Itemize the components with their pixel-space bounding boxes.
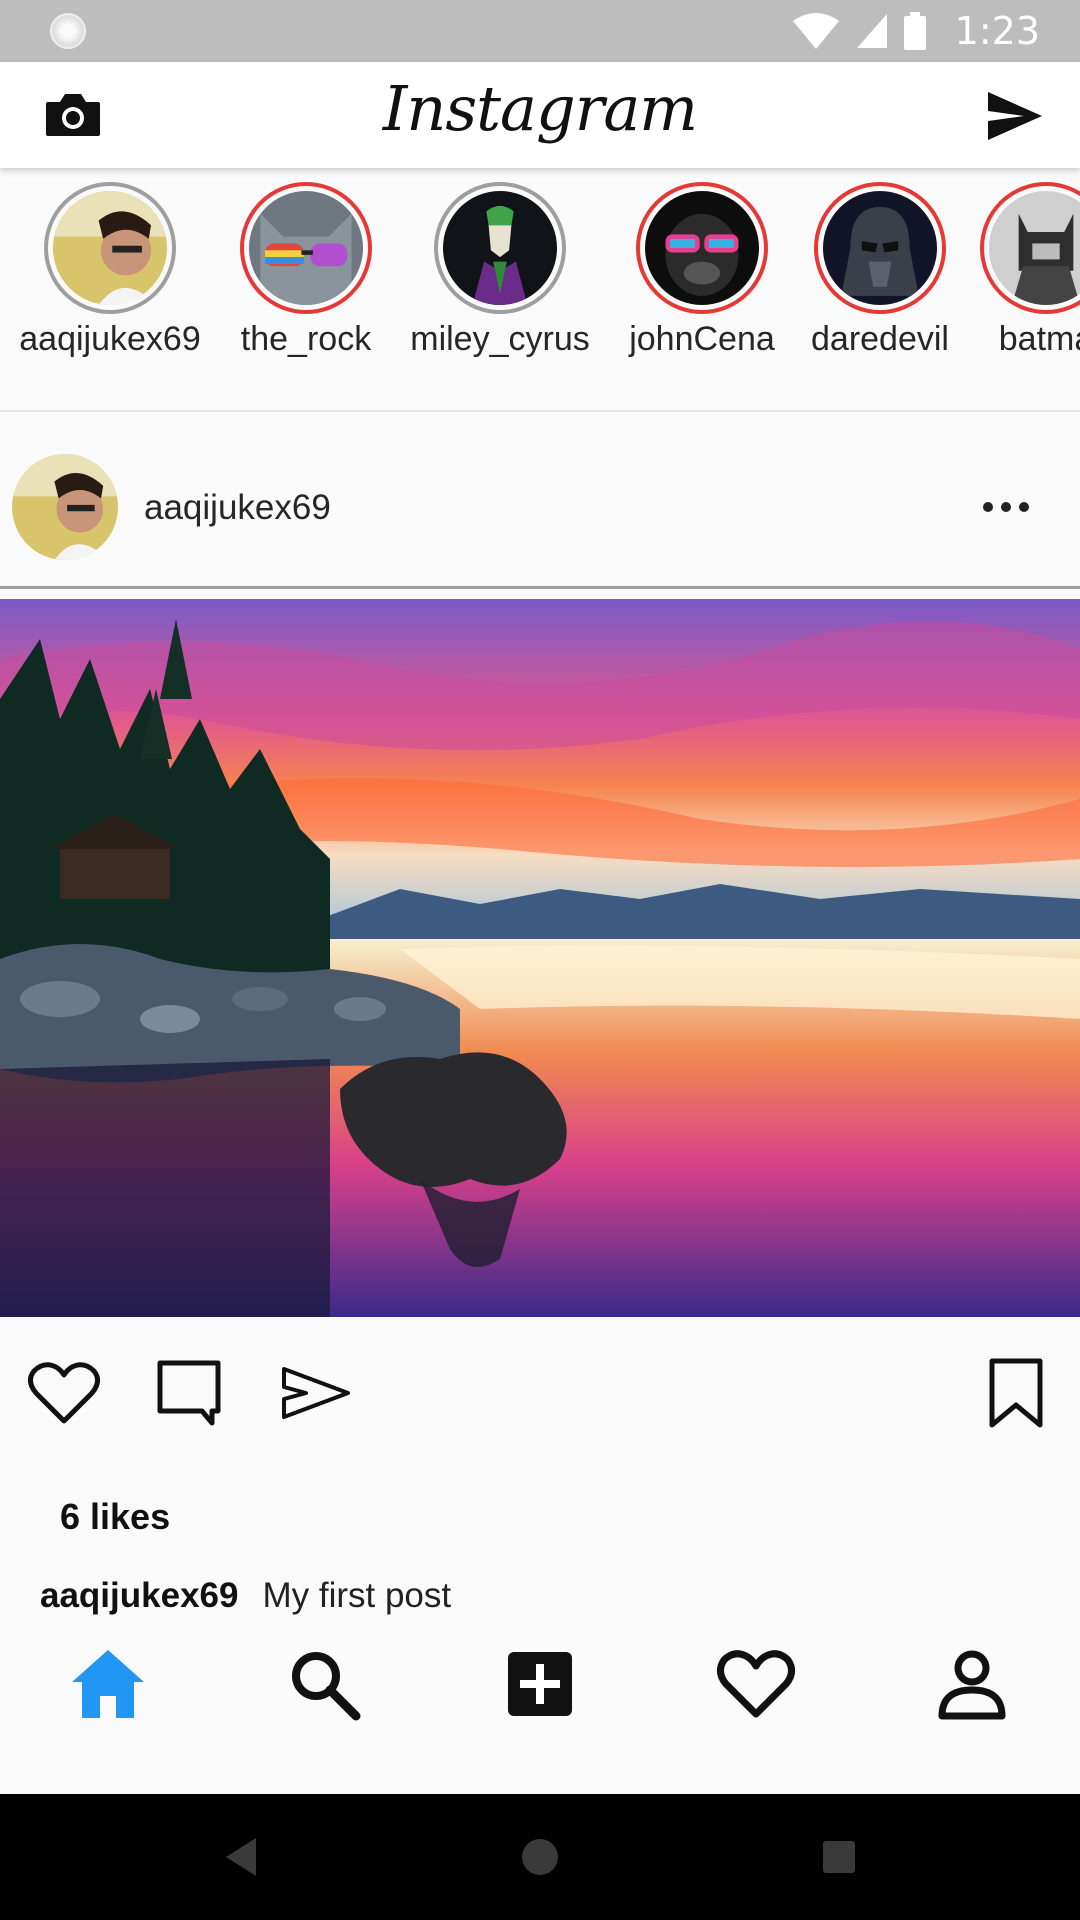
story-item[interactable]: batma [946, 182, 1080, 359]
send-icon[interactable] [984, 86, 1046, 146]
activity-heart-icon[interactable] [716, 1644, 796, 1724]
cell-signal-icon [856, 14, 887, 48]
sync-icon [50, 13, 86, 49]
status-time: 1:23 [954, 9, 1040, 53]
story-ring [814, 182, 946, 314]
story-username: johnCena [629, 320, 775, 358]
story-avatar-image [989, 191, 1080, 305]
story-username: batma [998, 320, 1080, 358]
post-author-username[interactable]: aaqijukex69 [144, 488, 331, 528]
story-ring [44, 182, 176, 314]
story-username: miley_cyrus [410, 320, 590, 358]
post-author-avatar[interactable] [12, 454, 118, 560]
share-icon[interactable] [278, 1355, 354, 1431]
story-avatar-image [249, 191, 363, 305]
story-ring [636, 182, 768, 314]
likes-count[interactable]: 6 likes [60, 1496, 170, 1538]
post-header: aaqijukex69 [0, 412, 1080, 588]
system-navigation-bar [0, 1794, 1080, 1920]
story-ring [980, 182, 1080, 314]
story-item[interactable]: the_rock [206, 182, 406, 359]
app-header: Instagram [0, 62, 1080, 168]
story-ring [240, 182, 372, 314]
bottom-navigation [0, 1616, 1080, 1794]
comment-icon[interactable] [152, 1355, 228, 1431]
post-caption: aaqijukex69 My first post [40, 1576, 1040, 1616]
more-options-icon[interactable] [978, 492, 1034, 522]
post-divider [0, 586, 1080, 589]
story-username: the_rock [240, 320, 372, 358]
story-item[interactable]: miley_cyrus [400, 182, 600, 359]
post-image[interactable] [0, 599, 1080, 1317]
recents-icon[interactable] [814, 1832, 864, 1882]
caption-text: My first post [262, 1576, 452, 1615]
story-ring [434, 182, 566, 314]
wifi-icon [792, 13, 839, 49]
stories-row: aaqijukex69 the_rock miley_cyrus johnCen… [0, 168, 1080, 412]
story-item[interactable]: aaqijukex69 [10, 182, 210, 359]
status-bar: 1:23 [0, 0, 1080, 62]
add-post-icon[interactable] [500, 1644, 580, 1724]
home-circle-icon[interactable] [515, 1832, 565, 1882]
bookmark-icon[interactable] [978, 1355, 1054, 1431]
caption-username[interactable]: aaqijukex69 [40, 1576, 238, 1615]
app-logo: Instagram [382, 72, 698, 145]
status-icons: 1:23 [791, 0, 1040, 62]
story-avatar-image [645, 191, 759, 305]
story-avatar-image [53, 191, 167, 305]
story-username: aaqijukex69 [19, 320, 201, 358]
battery-icon [903, 12, 926, 50]
home-icon[interactable] [68, 1644, 148, 1724]
search-icon[interactable] [284, 1644, 364, 1724]
post-actions [0, 1345, 1080, 1435]
story-avatar-image [443, 191, 557, 305]
story-item[interactable]: johnCena [602, 182, 802, 359]
profile-icon[interactable] [932, 1644, 1012, 1724]
like-icon[interactable] [26, 1355, 102, 1431]
back-icon[interactable] [216, 1832, 266, 1882]
story-avatar-image [823, 191, 937, 305]
